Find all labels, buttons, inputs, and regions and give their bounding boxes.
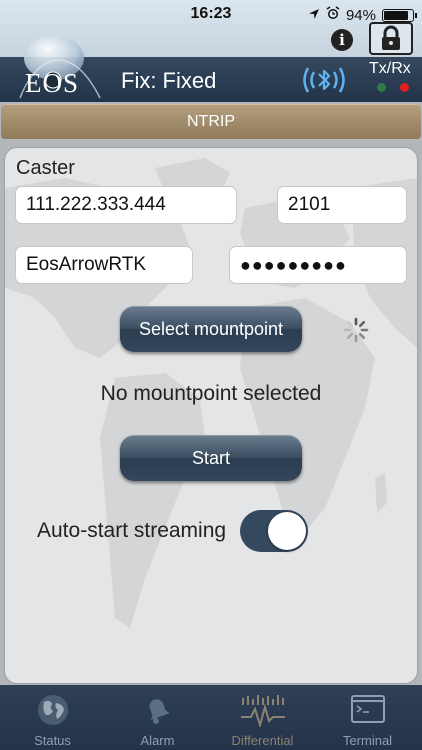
tab-label: Differential <box>231 733 294 748</box>
lock-button[interactable] <box>369 22 413 55</box>
globe-icon <box>36 693 70 732</box>
fix-status-title: Fix: Fixed <box>121 68 217 93</box>
toggle-knob <box>268 512 306 550</box>
tab-label: Terminal <box>342 733 393 748</box>
username-field[interactable]: EosArrowRTK <box>15 246 193 284</box>
battery-fill <box>384 10 409 20</box>
bell-icon <box>141 693 175 732</box>
alarm-clock-icon <box>326 6 340 24</box>
caster-host-field[interactable]: 111.222.333.444 <box>15 186 237 224</box>
lock-icon <box>382 25 400 50</box>
ntrip-panel <box>5 148 417 683</box>
loading-spinner-icon <box>342 316 370 349</box>
rx-led <box>400 83 409 92</box>
start-button[interactable]: Start <box>120 435 302 481</box>
tab-status[interactable]: Status <box>0 685 105 750</box>
tab-differential[interactable]: Differential <box>210 685 315 750</box>
world-map-background <box>5 158 417 628</box>
auto-start-label: Auto-start streaming <box>37 519 227 542</box>
section-title-bar: NTRIP <box>1 104 421 139</box>
caster-label: Caster <box>16 157 75 179</box>
tab-label: Alarm <box>140 733 175 748</box>
caster-port-field[interactable]: 2101 <box>277 186 407 224</box>
battery-percent: 94% <box>345 6 376 24</box>
tab-alarm[interactable]: Alarm <box>105 685 210 750</box>
logo-text: EOS <box>25 68 80 98</box>
terminal-icon <box>350 693 386 730</box>
password-field[interactable]: ●●●●●●●●● <box>229 246 407 284</box>
location-arrow-icon <box>308 7 320 24</box>
battery-icon <box>382 8 417 22</box>
tab-bar: Status Alarm Differential Terminal <box>0 685 422 750</box>
bluetooth-icon[interactable] <box>300 64 348 101</box>
tab-label: Status <box>34 733 71 748</box>
auto-start-toggle[interactable] <box>240 510 308 552</box>
waveform-icon <box>239 693 287 732</box>
select-mountpoint-button[interactable]: Select mountpoint <box>120 306 302 352</box>
mountpoint-status: No mountpoint selected <box>100 382 322 405</box>
tx-led <box>377 83 386 92</box>
txrx-label: Tx/Rx <box>369 60 411 77</box>
tab-terminal[interactable]: Terminal <box>315 685 420 750</box>
info-button[interactable]: i <box>331 29 353 51</box>
